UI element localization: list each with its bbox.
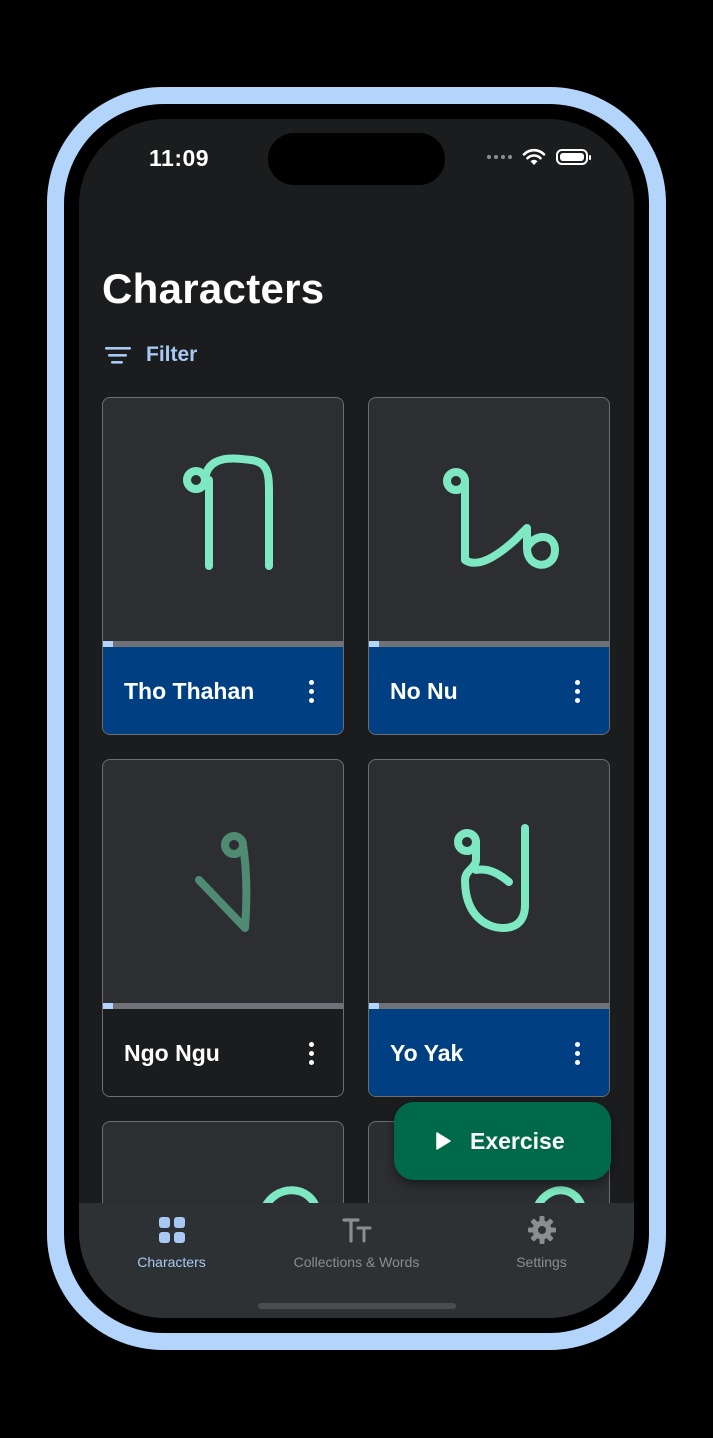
tab-characters[interactable]: Characters	[79, 1203, 264, 1303]
more-options-icon[interactable]	[565, 677, 589, 707]
character-name: Tho Thahan	[124, 678, 255, 704]
status-icons	[487, 148, 591, 166]
phone-screen: 11:09 Characters Filter Tho Thahan No Nu N…	[79, 119, 634, 1318]
card-footer: Yo Yak	[369, 1009, 609, 1096]
character-card[interactable]: Ngo Ngu	[102, 759, 344, 1097]
card-footer: Ngo Ngu	[103, 1009, 343, 1096]
card-footer: No Nu	[369, 647, 609, 734]
character-glyph-yo-yak	[369, 760, 609, 1003]
tab-settings[interactable]: Settings	[449, 1203, 634, 1303]
wifi-icon	[522, 148, 546, 165]
gear-icon	[527, 1216, 556, 1244]
page-title: Characters	[102, 265, 325, 312]
character-name: Yo Yak	[390, 1040, 464, 1066]
tab-collections-words[interactable]: Collections & Words	[264, 1203, 449, 1303]
character-glyph-no-nu	[369, 398, 609, 641]
character-glyph-ngo-ngu	[103, 760, 343, 1003]
grid-icon	[158, 1217, 185, 1243]
text-size-icon	[341, 1218, 371, 1243]
exercise-label: Exercise	[470, 1127, 565, 1154]
character-card[interactable]: Tho Thahan	[102, 397, 344, 735]
more-options-icon[interactable]	[565, 1039, 589, 1069]
character-name: No Nu	[390, 678, 458, 704]
cellular-signal-icon	[487, 155, 512, 159]
status-time: 11:09	[149, 145, 210, 171]
tab-label: Collections & Words	[293, 1254, 420, 1270]
card-footer: Tho Thahan	[103, 647, 343, 734]
character-card[interactable]: Yo Yak	[368, 759, 610, 1097]
filter-button[interactable]: Filter	[104, 343, 197, 367]
home-indicator	[258, 1303, 456, 1309]
filter-icon	[105, 347, 131, 364]
character-name: Ngo Ngu	[124, 1040, 220, 1066]
dynamic-island	[268, 133, 445, 185]
filter-label: Filter	[146, 343, 198, 366]
more-options-icon[interactable]	[299, 1039, 323, 1069]
bottom-tab-bar: Characters Collections & Words Settings	[79, 1203, 634, 1318]
tab-label: Settings	[516, 1254, 567, 1270]
character-card[interactable]: No Nu	[368, 397, 610, 735]
battery-icon	[556, 149, 591, 165]
exercise-button[interactable]: Exercise	[394, 1102, 611, 1180]
play-icon	[436, 1132, 451, 1150]
character-glyph-tho-thahan	[103, 398, 343, 641]
tab-label: Characters	[137, 1254, 206, 1270]
more-options-icon[interactable]	[299, 677, 323, 707]
